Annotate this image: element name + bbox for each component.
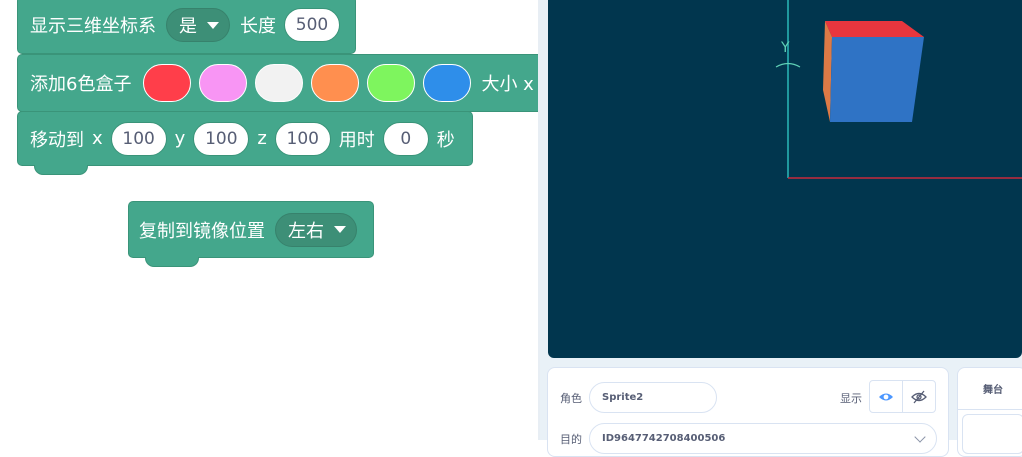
color-swatch-list: [139, 64, 475, 102]
color-swatch-4[interactable]: [311, 64, 360, 102]
sprite-id-field[interactable]: ID9647742708400506: [589, 423, 937, 454]
add-boxes-block[interactable]: 添加6色盒子 大小 x: [17, 54, 540, 112]
show-axes-block[interactable]: 显示三维坐标系 是 长度 500: [17, 0, 356, 54]
stage-panel[interactable]: 舞台: [957, 367, 1022, 457]
size-x-label: 大小 x: [481, 74, 534, 95]
id-label: 目的: [560, 433, 582, 446]
mirror-copy-block[interactable]: 复制到镜像位置 左右: [128, 201, 374, 267]
stage-panel-divider: [958, 409, 1022, 410]
length-input[interactable]: 500: [284, 8, 340, 42]
time-label: 用时: [338, 129, 375, 151]
move-to-label: 移动到: [30, 129, 84, 151]
time-input[interactable]: 0: [382, 121, 429, 156]
z-input[interactable]: 100: [274, 121, 331, 156]
mirror-copy-label: 复制到镜像位置: [139, 220, 265, 242]
sprite-info-panel: 角色 Sprite2 显示 目的 ID9647742708400506: [547, 367, 949, 457]
show-sprite-button[interactable]: [869, 380, 903, 413]
mirror-direction-option: 左右: [288, 220, 324, 242]
add-boxes-label: 添加6色盒子: [30, 74, 132, 95]
y-axis-label: Y: [780, 40, 790, 56]
length-label: 长度: [240, 16, 276, 37]
seconds-label: 秒: [436, 129, 455, 151]
y-input[interactable]: 100: [193, 121, 250, 156]
z-label: z: [257, 128, 267, 149]
mirror-direction-dropdown[interactable]: 左右: [275, 212, 357, 247]
scene-3d: Y: [775, 0, 1022, 179]
cube-front-face: [830, 37, 924, 122]
show-axes-label: 显示三维坐标系: [30, 16, 156, 37]
color-swatch-1[interactable]: [143, 64, 192, 102]
show-axes-dropdown[interactable]: 是: [166, 8, 230, 42]
color-swatch-6[interactable]: [423, 64, 472, 102]
show-axes-option: 是: [179, 16, 197, 37]
show-label: 显示: [840, 392, 862, 405]
move-to-block[interactable]: 移动到 x 100 y 100 z 100 用时 0 秒: [17, 111, 473, 175]
chevron-down-icon: [207, 21, 219, 29]
code-workspace[interactable]: 显示三维坐标系 是 长度 500 添加6色盒子 大小 x 移动到 x 100 y…: [0, 0, 540, 440]
chevron-down-icon: [914, 430, 926, 443]
stage-thumbnail[interactable]: [962, 414, 1022, 454]
cube-top-face: [825, 21, 924, 37]
block-notch: [34, 165, 88, 175]
x-label: x: [92, 128, 103, 149]
color-swatch-5[interactable]: [367, 64, 416, 102]
sprite-id-value: ID9647742708400506: [602, 433, 726, 444]
eye-icon: [879, 393, 893, 400]
chevron-down-icon: [334, 226, 346, 233]
eye-hidden-icon: [911, 390, 927, 403]
color-swatch-3[interactable]: [255, 64, 304, 102]
hide-sprite-button[interactable]: [902, 380, 936, 413]
x-input[interactable]: 100: [110, 121, 167, 156]
stage-panel-label: 舞台: [983, 385, 1003, 396]
sprite-label: 角色: [560, 392, 582, 405]
y-label: y: [174, 128, 186, 149]
sprite-name-input[interactable]: Sprite2: [589, 382, 717, 413]
stage-canvas[interactable]: Y: [548, 0, 1022, 358]
color-swatch-2[interactable]: [199, 64, 248, 102]
block-notch: [145, 257, 199, 267]
